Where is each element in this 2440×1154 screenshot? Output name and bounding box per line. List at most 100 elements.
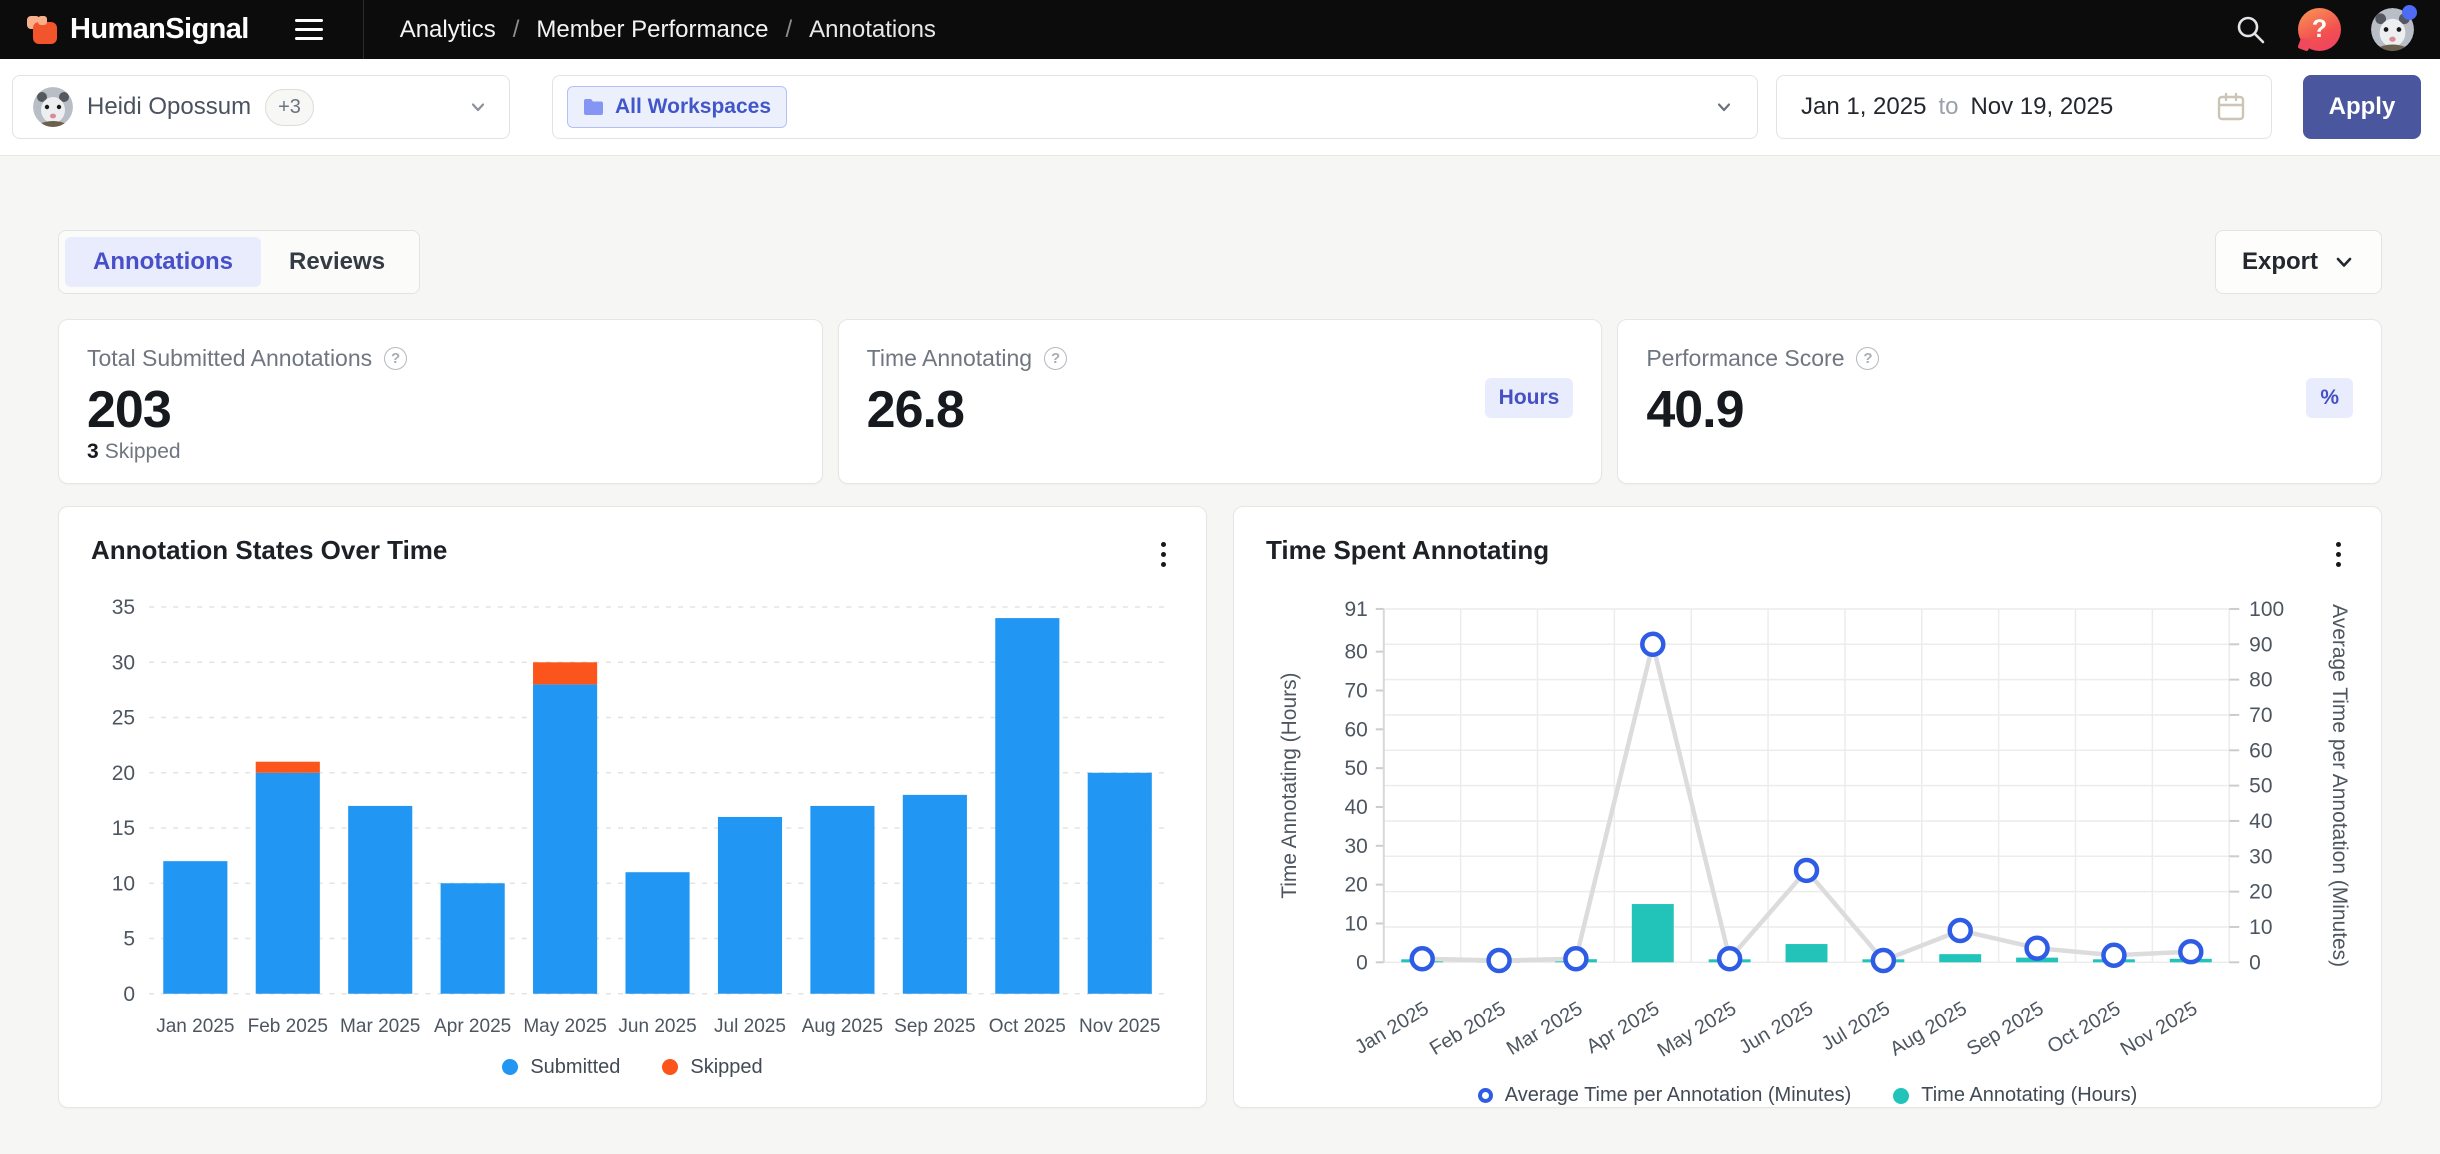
svg-text:80: 80: [2249, 669, 2272, 692]
stat-footnote: 3 Skipped: [87, 440, 794, 464]
main-content: Annotations Reviews Export Total Submitt…: [0, 230, 2440, 1108]
legend-label: Average Time per Annotation (Minutes): [1505, 1084, 1851, 1107]
average-time-legend-ring: [1478, 1088, 1493, 1103]
svg-text:60: 60: [2249, 739, 2272, 762]
svg-text:Sep 2025: Sep 2025: [1963, 998, 2048, 1061]
skipped-count: 3: [87, 440, 99, 463]
svg-text:Time Annotating (Hours): Time Annotating (Hours): [1278, 672, 1301, 898]
date-range-picker[interactable]: Jan 1, 2025 to Nov 19, 2025: [1776, 75, 2272, 139]
svg-text:Apr 2025: Apr 2025: [434, 1016, 511, 1037]
svg-text:10: 10: [112, 872, 135, 895]
chevron-down-icon: [1713, 96, 1735, 118]
svg-text:Nov 2025: Nov 2025: [2117, 998, 2202, 1061]
svg-text:Apr 2025: Apr 2025: [1583, 998, 1664, 1059]
svg-text:20: 20: [112, 762, 135, 785]
svg-text:20: 20: [2249, 881, 2272, 904]
member-name: Heidi Opossum: [87, 93, 251, 121]
skipped-label: Skipped: [105, 440, 181, 463]
breadcrumb-annotations: Annotations: [809, 16, 936, 44]
chevron-down-icon: [467, 96, 489, 118]
svg-text:30: 30: [2249, 845, 2272, 868]
unit-badge: %: [2306, 378, 2353, 418]
svg-text:30: 30: [112, 651, 135, 674]
tab-annotations[interactable]: Annotations: [65, 237, 261, 287]
svg-text:Sep 2025: Sep 2025: [894, 1016, 975, 1037]
svg-text:100: 100: [2249, 598, 2284, 621]
topbar-divider: [363, 0, 364, 59]
humansignal-logo-icon: [26, 14, 58, 46]
svg-text:Jan 2025: Jan 2025: [1351, 998, 1433, 1059]
submitted-legend-dot: [502, 1059, 518, 1075]
stat-card-performance-score: Performance Score ? 40.9 %: [1617, 319, 2382, 484]
breadcrumb-separator: /: [513, 16, 520, 44]
svg-text:Feb 2025: Feb 2025: [1426, 998, 1510, 1060]
help-circle-icon[interactable]: ?: [1856, 347, 1879, 370]
svg-text:50: 50: [2249, 775, 2272, 798]
apply-button[interactable]: Apply: [2303, 75, 2421, 139]
breadcrumb-analytics[interactable]: Analytics: [400, 16, 496, 44]
unit-badge: Hours: [1485, 378, 1574, 418]
stat-value: 40.9: [1646, 380, 2353, 440]
folder-icon: [583, 98, 604, 116]
svg-text:0: 0: [1356, 951, 1368, 974]
export-button[interactable]: Export: [2215, 230, 2382, 294]
kebab-menu-icon[interactable]: [1153, 535, 1174, 573]
tab-reviews[interactable]: Reviews: [261, 237, 413, 287]
all-workspaces-chip[interactable]: All Workspaces: [567, 86, 787, 128]
legend-item-average-time[interactable]: Average Time per Annotation (Minutes): [1478, 1084, 1851, 1107]
svg-text:40: 40: [2249, 810, 2272, 833]
time-annotating-legend-dot: [1893, 1088, 1909, 1104]
stat-value: 203: [87, 380, 794, 440]
annotation-states-chart-card: Annotation States Over Time 051015202530…: [58, 506, 1207, 1108]
user-avatar[interactable]: [2371, 8, 2414, 51]
svg-text:70: 70: [1344, 679, 1367, 702]
legend-label: Skipped: [690, 1056, 762, 1079]
chart-legend: Average Time per Annotation (Minutes) Ti…: [1266, 1084, 2349, 1107]
brand-logo[interactable]: HumanSignal: [26, 13, 249, 46]
calendar-icon: [2215, 91, 2247, 123]
svg-text:15: 15: [112, 817, 135, 840]
chart-legend: Submitted Skipped: [91, 1056, 1174, 1079]
kebab-menu-icon[interactable]: [2328, 535, 2349, 573]
chart-title: Time Spent Annotating: [1266, 535, 1549, 566]
workspaces-selector[interactable]: All Workspaces: [552, 75, 1758, 139]
all-workspaces-label: All Workspaces: [615, 95, 771, 119]
svg-text:Jan 2025: Jan 2025: [156, 1016, 234, 1037]
legend-label: Time Annotating (Hours): [1921, 1084, 2137, 1107]
svg-text:Oct 2025: Oct 2025: [989, 1016, 1066, 1037]
svg-text:Mar 2025: Mar 2025: [1503, 998, 1587, 1060]
svg-text:Feb 2025: Feb 2025: [248, 1016, 328, 1037]
date-range-separator: to: [1938, 93, 1958, 121]
stat-value: 26.8: [867, 380, 1574, 440]
legend-label: Submitted: [530, 1056, 620, 1079]
search-icon[interactable]: [2234, 13, 2268, 47]
legend-item-submitted[interactable]: Submitted: [502, 1056, 620, 1079]
help-icon[interactable]: ?: [2298, 8, 2341, 51]
member-selector[interactable]: Heidi Opossum +3: [12, 75, 510, 139]
legend-item-time-annotating[interactable]: Time Annotating (Hours): [1893, 1084, 2137, 1107]
breadcrumb-member-performance[interactable]: Member Performance: [536, 16, 768, 44]
svg-text:10: 10: [1344, 912, 1367, 935]
svg-text:70: 70: [2249, 704, 2272, 727]
svg-text:Jul 2025: Jul 2025: [714, 1016, 786, 1037]
svg-text:0: 0: [2249, 951, 2261, 974]
online-status-badge: [2402, 5, 2417, 20]
svg-text:Aug 2025: Aug 2025: [1886, 998, 1971, 1061]
skipped-legend-dot: [662, 1059, 678, 1075]
svg-text:91: 91: [1344, 598, 1367, 621]
stat-card-total-submitted: Total Submitted Annotations ? 203 3Skipp…: [58, 319, 823, 484]
svg-text:Jun 2025: Jun 2025: [618, 1016, 696, 1037]
svg-text:60: 60: [1344, 718, 1367, 741]
legend-item-skipped[interactable]: Skipped: [662, 1056, 762, 1079]
help-circle-icon[interactable]: ?: [384, 347, 407, 370]
svg-text:35: 35: [112, 596, 135, 619]
filter-bar: Heidi Opossum +3 All Workspaces Jan 1, 2…: [0, 59, 2440, 156]
svg-text:0: 0: [123, 983, 135, 1006]
hamburger-menu-icon[interactable]: [295, 19, 323, 40]
svg-text:Average Time per Annotation (M: Average Time per Annotation (Minutes): [2328, 604, 2349, 967]
stat-label: Time Annotating: [867, 345, 1032, 372]
top-navigation-bar: HumanSignal Analytics / Member Performan…: [0, 0, 2440, 59]
svg-text:25: 25: [112, 707, 135, 730]
help-circle-icon[interactable]: ?: [1044, 347, 1067, 370]
svg-text:May 2025: May 2025: [1654, 998, 1740, 1062]
